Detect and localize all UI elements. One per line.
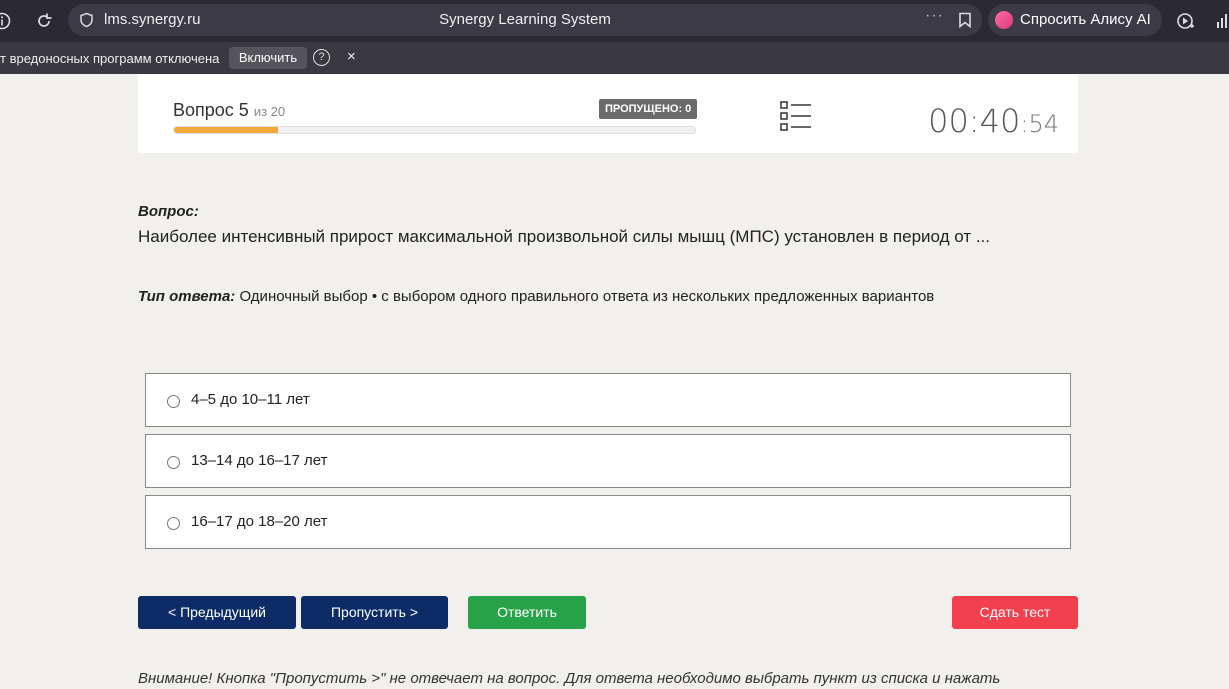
reload-icon[interactable] <box>34 11 54 31</box>
radio-button[interactable] <box>167 456 180 469</box>
answer-type-value: Одиночный выбор • с выбором одного прави… <box>239 288 935 305</box>
radio-button[interactable] <box>167 395 180 408</box>
answer-option[interactable]: 4–5 до 10–11 лет <box>145 373 1071 427</box>
signal-icon[interactable] <box>1214 11 1229 31</box>
answer-type-label: Тип ответа: <box>138 288 236 305</box>
info-icon[interactable] <box>0 11 12 31</box>
answer-type: Тип ответа: Одиночный выбор • с выбором … <box>138 288 934 305</box>
option-label: 13–14 до 16–17 лет <box>191 452 328 469</box>
more-icon[interactable]: ··· <box>925 7 944 25</box>
browser-toolbar: lms.synergy.ru Synergy Learning System ·… <box>0 0 1229 42</box>
media-play-icon[interactable] <box>1176 11 1196 31</box>
skip-button[interactable]: Пропустить > <box>301 596 448 629</box>
submit-test-button[interactable]: Сдать тест <box>952 596 1078 629</box>
question-number: Вопрос 5 <box>173 100 249 120</box>
answer-option[interactable]: 16–17 до 18–20 лет <box>145 495 1071 549</box>
skipped-badge: ПРОПУЩЕНО: 0 <box>599 99 698 119</box>
question-list-icon[interactable] <box>780 101 812 131</box>
option-label: 16–17 до 18–20 лет <box>191 513 328 530</box>
countdown-timer: 00:40:54 <box>928 102 1059 140</box>
ask-alice-button[interactable]: Спросить Алису AI <box>988 4 1162 36</box>
timer-seconds: 54 <box>1028 110 1059 138</box>
enable-button[interactable]: Включить <box>229 47 307 69</box>
progress-bar <box>173 126 696 134</box>
close-icon[interactable]: × <box>347 48 356 65</box>
page-title: Synergy Learning System <box>439 11 611 28</box>
protection-warning-bar: т вредоносных программ отключена Включит… <box>0 42 1229 74</box>
question-caption: Вопрос: <box>138 203 199 220</box>
shield-icon <box>80 12 93 28</box>
skip-notice: Внимание! Кнопка "Пропустить >" не отвеч… <box>138 670 1001 687</box>
answer-button[interactable]: Ответить <box>468 596 586 629</box>
question-total: из 20 <box>253 104 286 119</box>
help-icon[interactable]: ? <box>313 49 330 66</box>
alice-icon <box>995 11 1013 29</box>
url-host: lms.synergy.ru <box>104 11 201 28</box>
test-header-panel: Вопрос 5 из 20 ПРОПУЩЕНО: 0 00:40:54 <box>138 74 1078 153</box>
ask-alice-label: Спросить Алису AI <box>1020 11 1151 28</box>
radio-button[interactable] <box>167 517 180 530</box>
timer-main: 00:40 <box>928 102 1021 140</box>
bookmark-icon[interactable] <box>958 12 972 28</box>
warning-text: т вредоносных программ отключена <box>0 51 220 66</box>
question-counter: Вопрос 5 из 20 <box>173 100 285 121</box>
question-text: Наиболее интенсивный прирост максимально… <box>138 227 991 246</box>
option-label: 4–5 до 10–11 лет <box>191 391 310 408</box>
answer-option[interactable]: 13–14 до 16–17 лет <box>145 434 1071 488</box>
address-bar[interactable]: lms.synergy.ru Synergy Learning System ·… <box>68 4 982 36</box>
previous-button[interactable]: < Предыдущий <box>138 596 296 629</box>
progress-fill <box>174 127 279 133</box>
